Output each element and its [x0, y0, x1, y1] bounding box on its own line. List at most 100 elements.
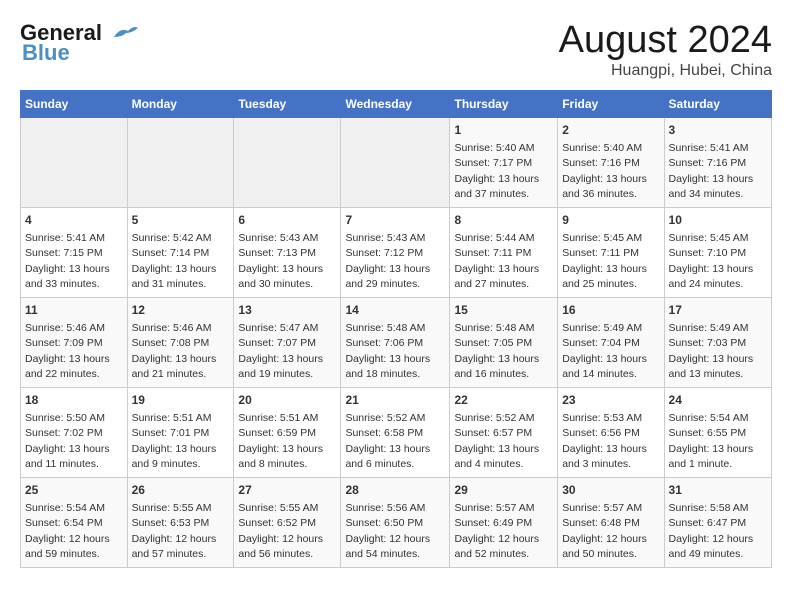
day-number: 31: [669, 482, 767, 499]
day-number: 29: [454, 482, 553, 499]
header-monday: Monday: [127, 90, 234, 117]
day-number: 3: [669, 122, 767, 139]
calendar-cell: 26 Sunrise: 5:55 AM Sunset: 6:53 PM Dayli…: [127, 477, 234, 567]
calendar-week-5: 25 Sunrise: 5:54 AM Sunset: 6:54 PM Dayli…: [21, 477, 772, 567]
title-area: August 2024 Huangpi, Hubei, China: [559, 20, 772, 80]
location-subtitle: Huangpi, Hubei, China: [559, 62, 772, 80]
day-number: 26: [132, 482, 230, 499]
day-number: 8: [454, 212, 553, 229]
day-info: Sunrise: 5:40 AM Sunset: 7:16 PM Dayligh…: [562, 141, 659, 202]
day-info: Sunrise: 5:51 AM Sunset: 6:59 PM Dayligh…: [238, 411, 336, 472]
day-info: Sunrise: 5:41 AM Sunset: 7:15 PM Dayligh…: [25, 231, 123, 292]
day-info: Sunrise: 5:49 AM Sunset: 7:04 PM Dayligh…: [562, 321, 659, 382]
calendar-week-2: 4Sunrise: 5:41 AM Sunset: 7:15 PM Daylig…: [21, 207, 772, 297]
header-tuesday: Tuesday: [234, 90, 341, 117]
day-number: 15: [454, 302, 553, 319]
day-number: 20: [238, 392, 336, 409]
day-number: 30: [562, 482, 659, 499]
header-saturday: Saturday: [664, 90, 771, 117]
day-info: Sunrise: 5:52 AM Sunset: 6:57 PM Dayligh…: [454, 411, 553, 472]
day-info: Sunrise: 5:45 AM Sunset: 7:10 PM Dayligh…: [669, 231, 767, 292]
day-info: Sunrise: 5:47 AM Sunset: 7:07 PM Dayligh…: [238, 321, 336, 382]
day-number: 5: [132, 212, 230, 229]
day-number: 22: [454, 392, 553, 409]
calendar-cell: 3 Sunrise: 5:41 AM Sunset: 7:16 PM Daylig…: [664, 117, 771, 207]
page-header: General Blue August 2024 Huangpi, Hubei,…: [20, 20, 772, 80]
day-info: Sunrise: 5:43 AM Sunset: 7:12 PM Dayligh…: [345, 231, 445, 292]
day-info: Sunrise: 5:54 AM Sunset: 6:54 PM Dayligh…: [25, 501, 123, 562]
calendar-cell: 27 Sunrise: 5:55 AM Sunset: 6:52 PM Dayli…: [234, 477, 341, 567]
calendar-table: SundayMondayTuesdayWednesdayThursdayFrid…: [20, 90, 772, 568]
calendar-week-3: 11 Sunrise: 5:46 AM Sunset: 7:09 PM Dayli…: [21, 297, 772, 387]
logo-text-blue: Blue: [20, 40, 70, 66]
calendar-cell: 11 Sunrise: 5:46 AM Sunset: 7:09 PM Dayli…: [21, 297, 128, 387]
calendar-cell: 29 Sunrise: 5:57 AM Sunset: 6:49 PM Dayli…: [450, 477, 558, 567]
calendar-cell: 14Sunrise: 5:48 AM Sunset: 7:06 PM Dayli…: [341, 297, 450, 387]
day-info: Sunrise: 5:49 AM Sunset: 7:03 PM Dayligh…: [669, 321, 767, 382]
calendar-cell: 2 Sunrise: 5:40 AM Sunset: 7:16 PM Daylig…: [558, 117, 664, 207]
day-number: 25: [25, 482, 123, 499]
calendar-cell: 5 Sunrise: 5:42 AM Sunset: 7:14 PM Daylig…: [127, 207, 234, 297]
day-number: 7: [345, 212, 445, 229]
calendar-cell: 20 Sunrise: 5:51 AM Sunset: 6:59 PM Dayli…: [234, 387, 341, 477]
calendar-week-1: 1 Sunrise: 5:40 AM Sunset: 7:17 PM Daylig…: [21, 117, 772, 207]
day-number: 16: [562, 302, 659, 319]
day-number: 13: [238, 302, 336, 319]
day-number: 18: [25, 392, 123, 409]
day-info: Sunrise: 5:43 AM Sunset: 7:13 PM Dayligh…: [238, 231, 336, 292]
day-info: Sunrise: 5:56 AM Sunset: 6:50 PM Dayligh…: [345, 501, 445, 562]
day-number: 23: [562, 392, 659, 409]
calendar-cell: 24 Sunrise: 5:54 AM Sunset: 6:55 PM Dayli…: [664, 387, 771, 477]
day-info: Sunrise: 5:46 AM Sunset: 7:09 PM Dayligh…: [25, 321, 123, 382]
day-number: 2: [562, 122, 659, 139]
day-info: Sunrise: 5:57 AM Sunset: 6:48 PM Dayligh…: [562, 501, 659, 562]
weekday-header-row: SundayMondayTuesdayWednesdayThursdayFrid…: [21, 90, 772, 117]
calendar-cell: [21, 117, 128, 207]
calendar-cell: 10 Sunrise: 5:45 AM Sunset: 7:10 PM Dayli…: [664, 207, 771, 297]
calendar-cell: 4Sunrise: 5:41 AM Sunset: 7:15 PM Daylig…: [21, 207, 128, 297]
calendar-cell: 9 Sunrise: 5:45 AM Sunset: 7:11 PM Daylig…: [558, 207, 664, 297]
calendar-week-4: 18Sunrise: 5:50 AM Sunset: 7:02 PM Dayli…: [21, 387, 772, 477]
day-info: Sunrise: 5:55 AM Sunset: 6:52 PM Dayligh…: [238, 501, 336, 562]
day-info: Sunrise: 5:52 AM Sunset: 6:58 PM Dayligh…: [345, 411, 445, 472]
calendar-cell: 22 Sunrise: 5:52 AM Sunset: 6:57 PM Dayli…: [450, 387, 558, 477]
day-info: Sunrise: 5:57 AM Sunset: 6:49 PM Dayligh…: [454, 501, 553, 562]
logo-bird-icon: [106, 23, 138, 43]
calendar-cell: 18Sunrise: 5:50 AM Sunset: 7:02 PM Dayli…: [21, 387, 128, 477]
day-info: Sunrise: 5:55 AM Sunset: 6:53 PM Dayligh…: [132, 501, 230, 562]
header-wednesday: Wednesday: [341, 90, 450, 117]
day-info: Sunrise: 5:40 AM Sunset: 7:17 PM Dayligh…: [454, 141, 553, 202]
day-info: Sunrise: 5:54 AM Sunset: 6:55 PM Dayligh…: [669, 411, 767, 472]
calendar-cell: 25 Sunrise: 5:54 AM Sunset: 6:54 PM Dayli…: [21, 477, 128, 567]
calendar-cell: 23 Sunrise: 5:53 AM Sunset: 6:56 PM Dayli…: [558, 387, 664, 477]
day-info: Sunrise: 5:48 AM Sunset: 7:05 PM Dayligh…: [454, 321, 553, 382]
day-number: 9: [562, 212, 659, 229]
day-info: Sunrise: 5:45 AM Sunset: 7:11 PM Dayligh…: [562, 231, 659, 292]
day-number: 10: [669, 212, 767, 229]
calendar-cell: 7 Sunrise: 5:43 AM Sunset: 7:12 PM Daylig…: [341, 207, 450, 297]
calendar-cell: 6Sunrise: 5:43 AM Sunset: 7:13 PM Daylig…: [234, 207, 341, 297]
calendar-cell: 17Sunrise: 5:49 AM Sunset: 7:03 PM Dayli…: [664, 297, 771, 387]
day-number: 1: [454, 122, 553, 139]
logo: General Blue: [20, 20, 138, 66]
header-friday: Friday: [558, 90, 664, 117]
calendar-cell: [127, 117, 234, 207]
calendar-cell: 15 Sunrise: 5:48 AM Sunset: 7:05 PM Dayli…: [450, 297, 558, 387]
day-info: Sunrise: 5:46 AM Sunset: 7:08 PM Dayligh…: [132, 321, 230, 382]
day-info: Sunrise: 5:53 AM Sunset: 6:56 PM Dayligh…: [562, 411, 659, 472]
day-number: 12: [132, 302, 230, 319]
calendar-cell: 12 Sunrise: 5:46 AM Sunset: 7:08 PM Dayli…: [127, 297, 234, 387]
day-number: 27: [238, 482, 336, 499]
day-number: 21: [345, 392, 445, 409]
day-info: Sunrise: 5:42 AM Sunset: 7:14 PM Dayligh…: [132, 231, 230, 292]
header-sunday: Sunday: [21, 90, 128, 117]
calendar-cell: 21 Sunrise: 5:52 AM Sunset: 6:58 PM Dayli…: [341, 387, 450, 477]
calendar-cell: 13 Sunrise: 5:47 AM Sunset: 7:07 PM Dayli…: [234, 297, 341, 387]
calendar-cell: 30 Sunrise: 5:57 AM Sunset: 6:48 PM Dayli…: [558, 477, 664, 567]
day-info: Sunrise: 5:48 AM Sunset: 7:06 PM Dayligh…: [345, 321, 445, 382]
day-number: 19: [132, 392, 230, 409]
day-info: Sunrise: 5:51 AM Sunset: 7:01 PM Dayligh…: [132, 411, 230, 472]
day-number: 24: [669, 392, 767, 409]
day-info: Sunrise: 5:41 AM Sunset: 7:16 PM Dayligh…: [669, 141, 767, 202]
day-number: 11: [25, 302, 123, 319]
